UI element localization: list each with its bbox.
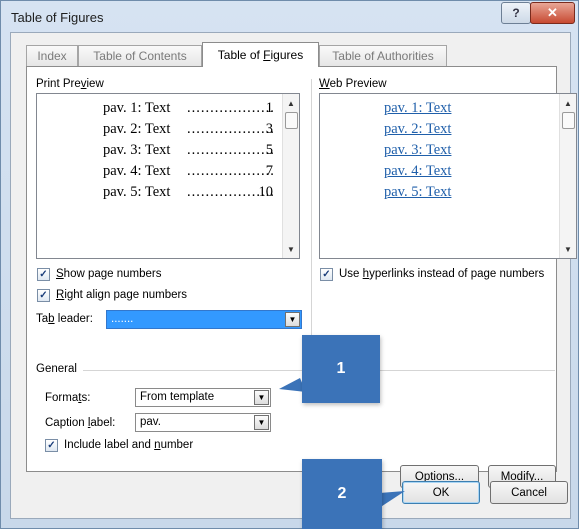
- tab-label: Table of Figures: [217, 48, 304, 62]
- callout-2: 2: [302, 459, 382, 529]
- callout-1: 1: [302, 335, 380, 403]
- tab-table-of-figures[interactable]: Table of Figures: [202, 42, 319, 67]
- callout-arrows: [279, 378, 405, 510]
